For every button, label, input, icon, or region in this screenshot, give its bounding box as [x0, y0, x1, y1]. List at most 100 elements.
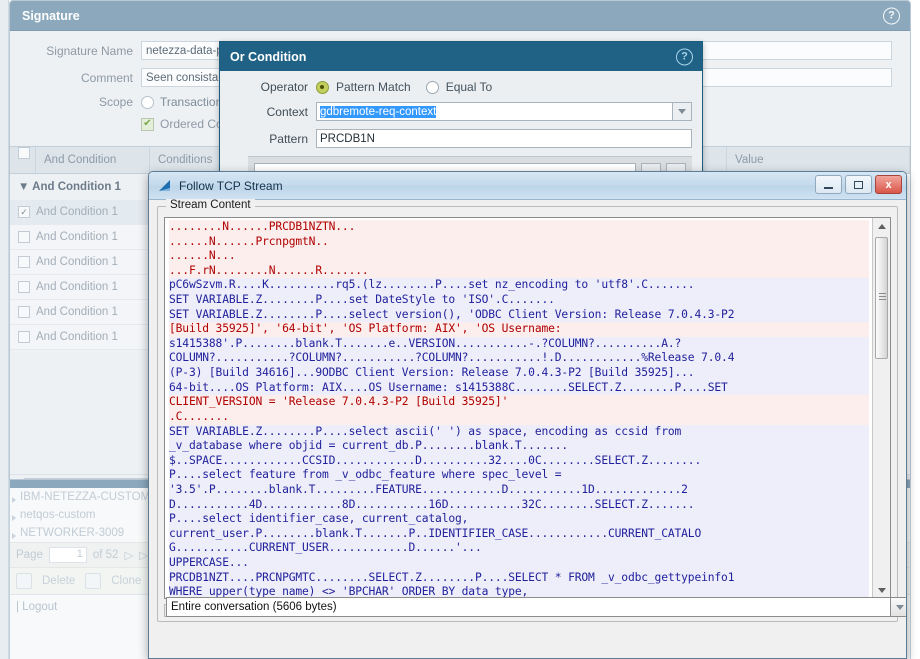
stream-line: PRCDB1NZT....PRCNPGMTC........SELECT.Z..… — [169, 570, 869, 586]
stream-line: [Build 35925]', '64-bit', 'OS Platform: … — [169, 322, 869, 337]
comment-label: Comment — [80, 70, 133, 85]
operator-pattern-match-label: Pattern Match — [336, 80, 411, 94]
row-checkbox[interactable] — [18, 331, 30, 343]
stream-line: .C....... — [169, 409, 869, 425]
scroll-up-arrow[interactable] — [873, 218, 890, 234]
scope-label: Scope — [98, 95, 133, 109]
scrollbar-thumb[interactable] — [875, 237, 888, 359]
tcp-window-titlebar[interactable]: Follow TCP Stream x — [149, 172, 906, 200]
tcp-window-body: Stream Content ........N......PRCDB1NZTN… — [149, 199, 906, 622]
stream-vertical-scrollbar[interactable] — [872, 218, 890, 598]
logout-link[interactable]: | Logout — [16, 601, 57, 613]
stream-line: ......N... — [169, 249, 869, 264]
stream-content-legend: Stream Content — [166, 199, 255, 211]
left-rail — [0, 0, 9, 659]
stream-line: _v_database where objid = current_db.P..… — [169, 439, 869, 454]
scroll-down-arrow[interactable] — [873, 582, 890, 598]
help-icon[interactable]: ? — [676, 48, 693, 65]
window-controls: x — [815, 175, 902, 194]
list-item-label: And Condition 1 — [36, 281, 118, 293]
row-checkbox[interactable] — [18, 256, 30, 268]
stream-line: D...........4D............8D...........1… — [169, 497, 869, 513]
stream-line: pC6wSzvm.R....K..........rq5.(lz........… — [169, 278, 869, 294]
clone-button[interactable]: Clone — [111, 575, 141, 587]
minimize-button[interactable] — [815, 175, 842, 194]
next-page-icon[interactable]: ▷ — [124, 548, 133, 562]
clone-icon[interactable] — [85, 573, 102, 589]
row-checkbox[interactable] — [18, 281, 30, 293]
row-checkbox[interactable] — [18, 306, 30, 318]
conversation-select-dropdown-button[interactable] — [891, 597, 906, 617]
operator-equal-to-label: Equal To — [445, 80, 493, 94]
column-header-value[interactable]: Value — [727, 147, 910, 173]
select-all-checkbox-cell[interactable] — [10, 147, 36, 173]
stream-line: P....select feature from _v_odbc_feature… — [169, 468, 869, 483]
operator-pattern-match-radio[interactable] — [316, 80, 329, 94]
stream-line: CLIENT_VERSION = 'Release 7.0.4.3-P2 [Bu… — [169, 395, 869, 410]
wireshark-shark-fin-icon — [158, 179, 172, 192]
list-item-label: And Condition 1 — [36, 306, 118, 318]
stream-line: P....select identifier_case, current_cat… — [169, 512, 869, 527]
list-item[interactable]: And Condition 1 — [10, 325, 149, 350]
conversation-select[interactable]: Entire conversation (5606 bytes) — [166, 597, 891, 617]
stream-line: '3.5'.P........blank.T.........FEATURE..… — [169, 482, 869, 498]
operator-radio-group: Pattern Match Equal To — [316, 80, 492, 94]
scope-transaction-radio[interactable] — [141, 95, 154, 109]
stream-line: $..SPACE............CCSID............D..… — [169, 453, 869, 469]
triangle-down-icon — [877, 587, 886, 593]
list-item-label: And Condition 1 — [36, 206, 118, 218]
stream-content-area[interactable]: ........N......PRCDB1NZTN... ......N.....… — [164, 217, 891, 599]
list-item[interactable]: And Condition 1 — [10, 225, 149, 250]
stream-line: (P-3) [Build 34616]...9ODBC Client Versi… — [169, 366, 869, 381]
maximize-button[interactable] — [845, 175, 872, 194]
signature-panel-title: Signature — [22, 8, 80, 23]
context-input[interactable]: gdbremote-req-context — [316, 102, 673, 121]
stream-text: ........N......PRCDB1NZTN... ......N.....… — [165, 218, 872, 598]
list-item[interactable]: And Condition 1 — [10, 275, 149, 300]
operator-row: Operator Pattern Match Equal To — [230, 80, 692, 94]
page-count-label: of 52 — [92, 549, 119, 561]
context-row: Context gdbremote-req-context — [230, 102, 692, 121]
context-dropdown-button[interactable] — [673, 102, 692, 121]
context-input-value: gdbremote-req-context — [320, 106, 437, 118]
operator-equal-to-radio[interactable] — [425, 80, 439, 94]
pattern-input[interactable]: PRCDB1N — [316, 129, 692, 148]
follow-tcp-stream-window: Follow TCP Stream x Stream Content .....… — [148, 171, 907, 659]
list-item-label: And Condition 1 — [36, 331, 118, 343]
select-all-checkbox[interactable] — [18, 147, 30, 159]
stream-line: current_user.P........blank.T.......P..I… — [169, 526, 869, 542]
and-condition-group-header[interactable]: ▼ And Condition 1 — [10, 174, 149, 200]
triangle-up-icon — [877, 223, 886, 229]
delete-button[interactable]: Delete — [42, 575, 75, 587]
and-condition-list: ▼ And Condition 1 ✓ And Condition 1 And … — [10, 174, 150, 474]
stream-line: ........N......PRCDB1NZTN... — [169, 220, 869, 235]
stream-line: SET VARIABLE.Z........P....set DateStyle… — [169, 293, 869, 308]
list-item[interactable]: ✓ And Condition 1 — [10, 200, 149, 225]
help-icon[interactable]: ? — [883, 7, 900, 24]
stream-line: G...........CURRENT_USER............D...… — [169, 541, 869, 557]
page-number-input[interactable]: 1 — [48, 547, 87, 563]
row-checkbox[interactable] — [18, 231, 30, 243]
stream-line: UPPERCASE... — [169, 556, 869, 571]
row-checkbox[interactable]: ✓ — [18, 206, 30, 218]
minimize-icon — [824, 187, 833, 189]
list-item[interactable]: And Condition 1 — [10, 300, 149, 325]
or-condition-dialog: Or Condition ? Operator Pattern Match Eq… — [219, 41, 703, 174]
stream-line: SET VARIABLE.Z........P....select versio… — [169, 307, 869, 323]
and-condition-group-label: And Condition 1 — [32, 181, 121, 193]
pattern-label: Pattern — [269, 131, 308, 146]
screen-root: Signature ? Signature Name netezza-data-… — [0, 0, 920, 659]
stream-content-group: Stream Content ........N......PRCDB1NZTN… — [157, 199, 906, 622]
pattern-row: Pattern PRCDB1N — [230, 129, 692, 148]
scope-transaction-label: Transaction — [160, 95, 223, 109]
stream-line: COLUMN?...........?COLUMN?...........?CO… — [169, 351, 869, 367]
stream-line: SET VARIABLE.Z........P....select ascii(… — [169, 424, 869, 440]
list-item-label: And Condition 1 — [36, 231, 118, 243]
list-item[interactable]: And Condition 1 — [10, 250, 149, 275]
stream-line: s1415388'.P........blank.T.......e..VERS… — [169, 336, 869, 352]
ordered-conditions-checkbox[interactable]: ✔ — [141, 117, 154, 131]
column-header-and-condition[interactable]: And Condition — [36, 147, 150, 173]
delete-icon[interactable] — [16, 573, 32, 589]
close-button[interactable]: x — [875, 175, 902, 194]
chevron-down-icon — [895, 604, 904, 610]
